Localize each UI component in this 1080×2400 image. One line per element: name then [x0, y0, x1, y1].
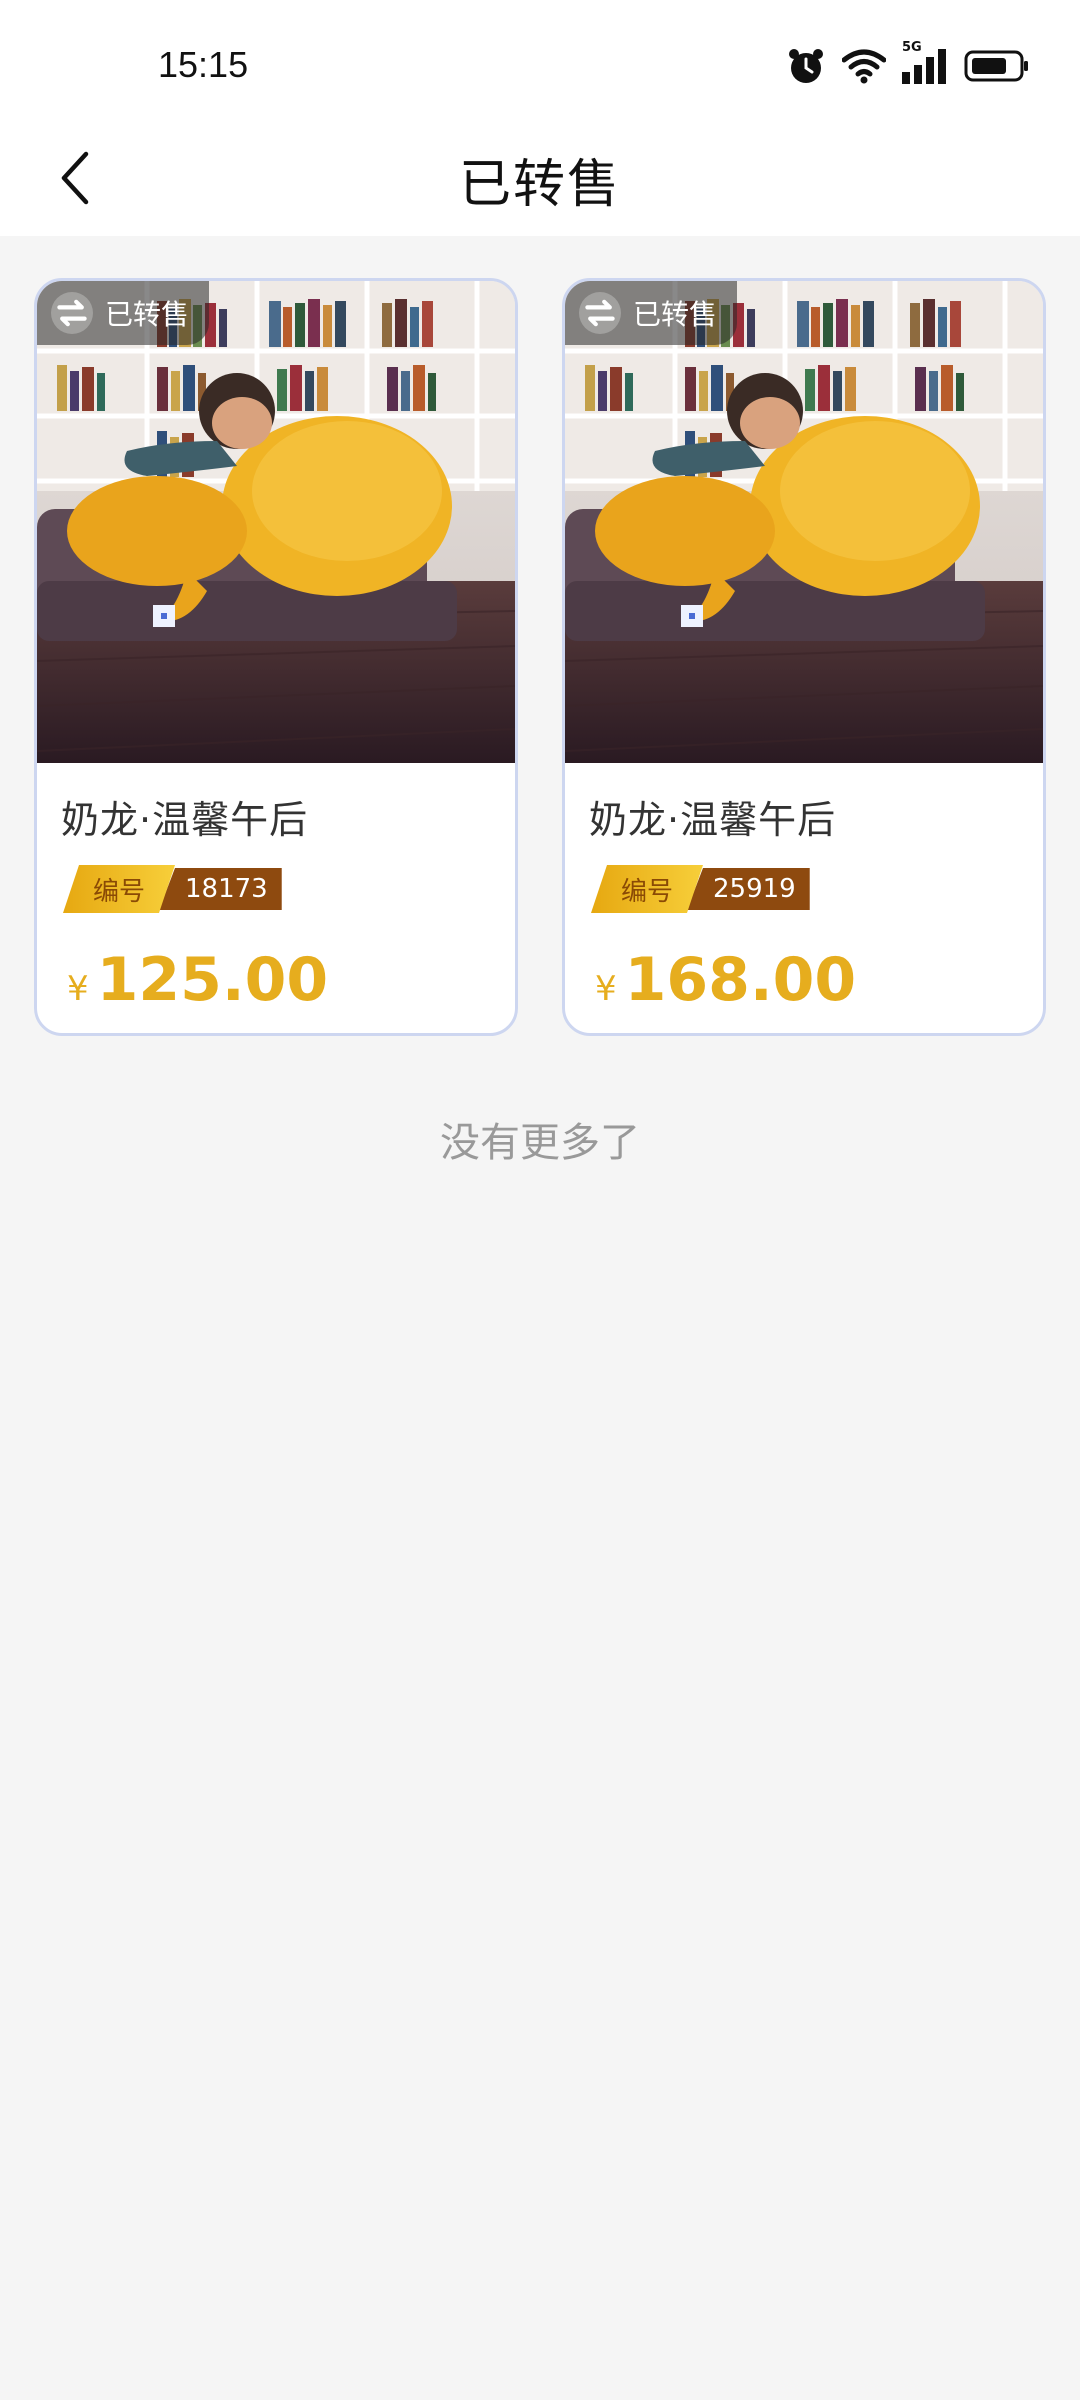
product-card[interactable]: 已转售 奶龙·温馨午后 编号 18173 ¥ 125.00: [34, 278, 518, 1036]
resale-badge-label: 已转售: [105, 298, 190, 331]
product-card[interactable]: 已转售 奶龙·温馨午后 编号 25919 ¥ 168.00: [562, 278, 1046, 1036]
product-name: 奶龙·温馨午后: [61, 798, 309, 842]
product-price: ¥ 168.00: [595, 945, 856, 1015]
product-image: 已转售: [565, 281, 1043, 763]
5g-signal-icon: 5G: [902, 40, 948, 84]
status-bar: 15:15 5G: [0, 0, 1080, 120]
nav-bar: 已转售: [0, 120, 1080, 236]
page-title: 已转售: [458, 155, 621, 215]
serial-tag: 编号 18173: [63, 865, 282, 913]
price-value: 168.00: [624, 945, 857, 1015]
alarm-icon: [786, 46, 826, 86]
currency-symbol: ¥: [595, 969, 617, 1009]
serial-label: 编号: [591, 865, 703, 913]
product-price: ¥ 125.00: [67, 945, 328, 1015]
network-label: 5G: [902, 40, 922, 55]
product-name: 奶龙·温馨午后: [589, 798, 837, 842]
resale-badge: 已转售: [565, 281, 738, 345]
battery-icon: [964, 49, 1030, 83]
currency-symbol: ¥: [67, 969, 89, 1009]
serial-tag: 编号 25919: [591, 865, 810, 913]
wifi-icon: [842, 48, 886, 84]
end-of-list-text: 没有更多了: [440, 1120, 640, 1166]
price-value: 125.00: [96, 945, 329, 1015]
resale-badge-label: 已转售: [633, 298, 718, 331]
serial-number: 18173: [159, 868, 282, 910]
status-time: 15:15: [158, 44, 249, 85]
product-image: 已转售: [37, 281, 515, 763]
serial-label: 编号: [63, 865, 175, 913]
status-icons: 5G: [786, 40, 1030, 86]
resale-badge: 已转售: [37, 281, 210, 345]
serial-number: 25919: [687, 868, 810, 910]
swap-icon: [51, 292, 93, 334]
swap-icon: [579, 292, 621, 334]
